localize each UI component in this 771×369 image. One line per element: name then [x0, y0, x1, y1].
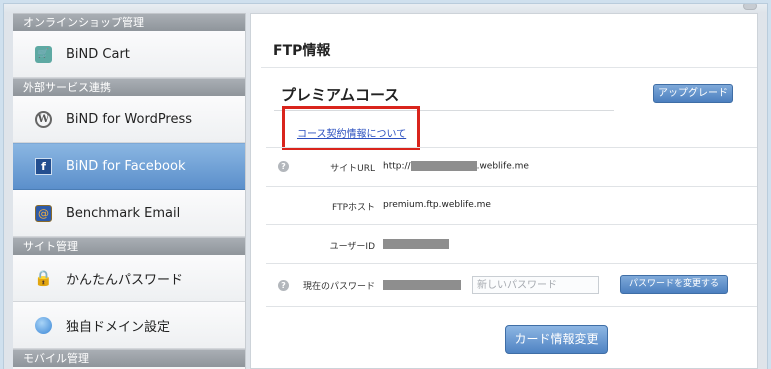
course-title: プレミアムコース [281, 86, 400, 104]
facebook-icon: f [35, 158, 52, 175]
benchmark-email-icon: @ [35, 204, 52, 222]
site-url-value: http:// .weblife.me [383, 161, 529, 172]
divider [266, 306, 757, 307]
divider [261, 67, 757, 68]
sidebar-item-label: 独自ドメイン設定 [66, 319, 171, 335]
divider [266, 147, 757, 148]
top-bar [4, 4, 767, 12]
sidebar-item-easy-password[interactable]: 🔒 かんたんパスワード [13, 255, 245, 302]
globe-icon [35, 316, 52, 334]
sidebar-item-label: BiND for Facebook [66, 159, 186, 174]
redacted-block [410, 161, 477, 171]
help-icon[interactable]: ? [278, 161, 289, 172]
sidebar-item-bind-for-wordpress[interactable]: W BiND for WordPress [13, 96, 245, 143]
cart-icon: 🛒 [35, 45, 52, 63]
help-icon[interactable]: ? [278, 280, 289, 291]
change-card-info-button[interactable]: カード情報変更 [505, 325, 608, 354]
page-title: FTP情報 [273, 43, 331, 59]
sidebar: オンラインショップ管理 🛒 BiND Cart 外部サービス連携 W BiND … [13, 13, 246, 369]
section-header-external-services: 外部サービス連携 [13, 78, 245, 96]
divider [266, 263, 757, 264]
wordpress-icon: W [35, 110, 52, 128]
section-header-mobile-management: モバイル管理 [13, 349, 245, 367]
current-password-label: 現在のパスワード [302, 282, 375, 292]
user-id-label: ユーザーID [329, 242, 375, 252]
user-id-redacted [383, 239, 449, 249]
lock-icon: 🔒 [34, 269, 53, 287]
sidebar-item-label: BiND Cart [66, 46, 130, 62]
divider [266, 224, 757, 225]
highlight-annotation [282, 106, 420, 150]
sidebar-item-custom-domain[interactable]: 独自ドメイン設定 [13, 302, 245, 349]
sidebar-item-label: Benchmark Email [66, 205, 181, 221]
site-url-prefix: http:// [383, 161, 411, 172]
upgrade-button[interactable]: アップグレード [653, 84, 733, 103]
section-header-online-shop: オンラインショップ管理 [13, 13, 245, 31]
window-control[interactable] [743, 4, 757, 10]
site-url-suffix: .weblife.me [476, 161, 529, 172]
divider [266, 186, 757, 187]
sidebar-item-label: BiND for WordPress [66, 111, 193, 127]
sidebar-item-benchmark-email[interactable]: @ Benchmark Email [13, 190, 245, 237]
app-frame: オンラインショップ管理 🛒 BiND Cart 外部サービス連携 W BiND … [3, 3, 768, 369]
section-header-site-management: サイト管理 [13, 237, 245, 255]
current-password-redacted [383, 280, 461, 290]
ftp-host-label: FTPホスト [332, 203, 375, 213]
sidebar-item-bind-cart[interactable]: 🛒 BiND Cart [13, 31, 245, 78]
new-password-input[interactable] [472, 276, 599, 294]
ftp-info-panel: FTP情報 プレミアムコース アップグレード コース契約情報について ? サイト… [250, 13, 758, 369]
sidebar-item-label: かんたんパスワード [66, 272, 184, 288]
change-password-button[interactable]: パスワードを変更する [620, 275, 728, 294]
sidebar-item-bind-for-facebook[interactable]: f BiND for Facebook [13, 143, 245, 190]
ftp-host-value: premium.ftp.weblife.me [383, 200, 491, 210]
site-url-label: サイトURL [330, 164, 375, 174]
